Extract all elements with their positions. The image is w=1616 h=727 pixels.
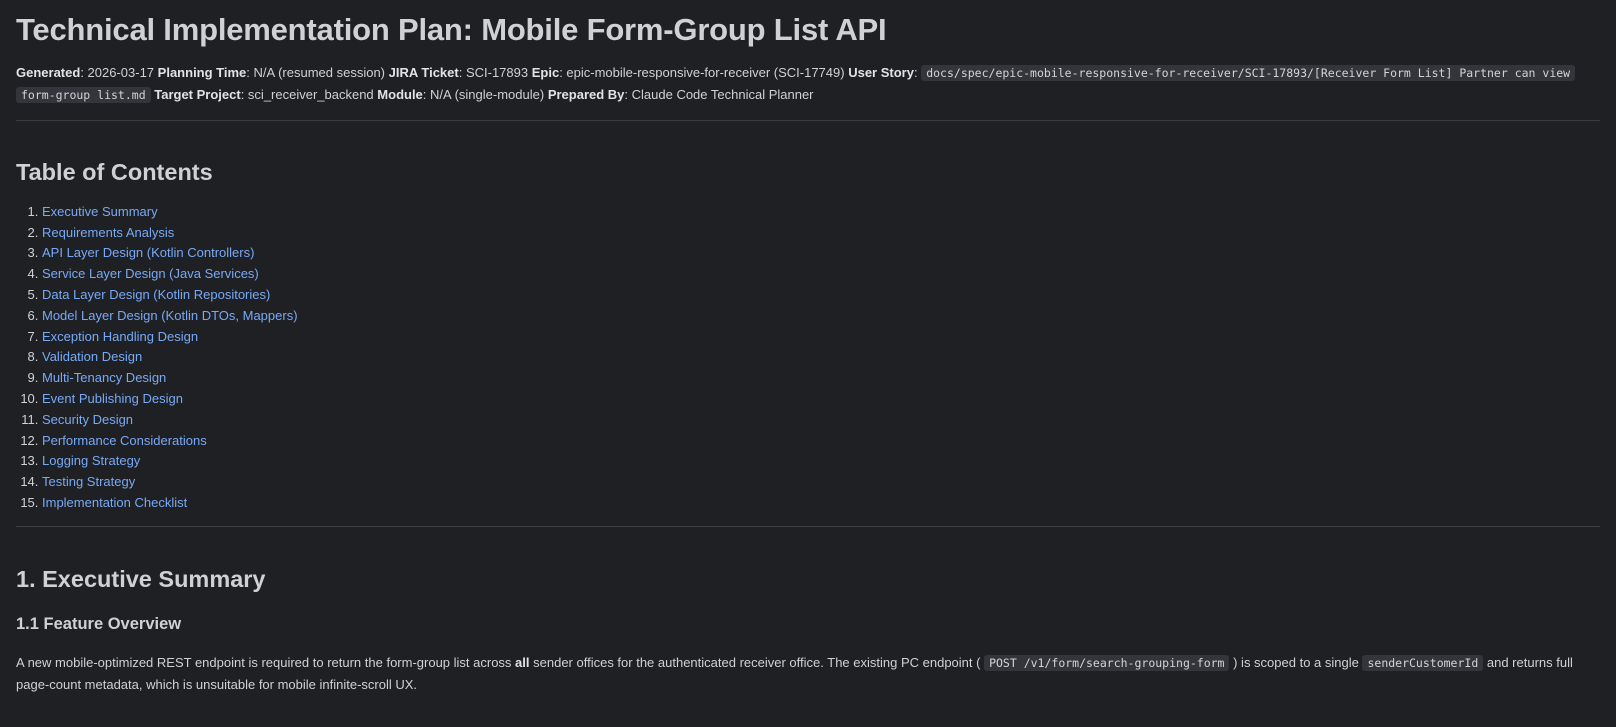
jira-ticket-value: : SCI-17893 <box>458 65 529 81</box>
paragraph-text: A new mobile-optimized REST endpoint is … <box>16 654 516 670</box>
planning-time-value: : N/A (resumed session) <box>246 65 385 81</box>
toc-item: Service Layer Design (Java Services) <box>42 264 1600 285</box>
jira-ticket-label: JIRA Ticket <box>388 65 459 81</box>
epic-value: : epic-mobile-responsive-for-receiver (S… <box>559 65 845 81</box>
planning-time-label: Planning Time <box>157 65 247 81</box>
feature-overview-heading: 1.1 Feature Overview <box>16 615 182 634</box>
toc-item: Implementation Checklist <box>42 493 1600 514</box>
page-title: Technical Implementation Plan: Mobile Fo… <box>16 12 887 47</box>
module-value: : N/A (single-module) <box>422 87 545 103</box>
module-label: Module <box>377 87 423 103</box>
toc-item: Exception Handling Design <box>42 327 1600 348</box>
toc-item: Event Publishing Design <box>42 389 1600 410</box>
user-story-path-line1: docs/spec/epic-mobile-responsive-for-rec… <box>921 65 1576 82</box>
user-story-sep: : <box>913 65 918 81</box>
toc-item: Executive Summary <box>42 202 1600 223</box>
target-project-label: Target Project <box>154 87 241 103</box>
toc-item: Validation Design <box>42 347 1600 368</box>
toc-item: Testing Strategy <box>42 472 1600 493</box>
toc-link[interactable]: Service Layer Design (Java Services) <box>42 266 259 281</box>
user-story-label: User Story <box>848 65 914 81</box>
toc-list: Executive Summary Requirements Analysis AP… <box>16 202 1600 514</box>
divider <box>16 120 1600 122</box>
toc-item: Model Layer Design (Kotlin DTOs, Mappers… <box>42 306 1600 327</box>
toc-link[interactable]: API Layer Design (Kotlin Controllers) <box>42 245 254 260</box>
toc-link[interactable]: Multi-Tenancy Design <box>42 370 166 385</box>
paragraph-text: ) is scoped to a single <box>1233 654 1363 670</box>
toc-link[interactable]: Security Design <box>42 412 133 427</box>
feature-overview-paragraph: A new mobile-optimized REST endpoint is … <box>16 652 1600 695</box>
toc-item: Security Design <box>42 410 1600 431</box>
toc-link[interactable]: Requirements Analysis <box>42 225 174 240</box>
divider <box>16 525 1600 527</box>
toc-link[interactable]: Implementation Checklist <box>42 495 187 510</box>
toc-link[interactable]: Performance Considerations <box>42 433 207 448</box>
generated-label: Generated <box>16 65 81 81</box>
metadata-block: Generated: 2026-03-17 Planning Time: N/A… <box>16 62 1600 106</box>
toc-item: Performance Considerations <box>42 431 1600 452</box>
epic-label: Epic <box>531 65 560 81</box>
sender-customer-id-code: senderCustomerId <box>1362 654 1484 671</box>
prepared-by-label: Prepared By <box>547 87 625 103</box>
prepared-by-value: : Claude Code Technical Planner <box>624 87 814 103</box>
target-project-value: : sci_receiver_backend <box>240 87 374 103</box>
toc-item: Data Layer Design (Kotlin Repositories) <box>42 285 1600 306</box>
toc-link[interactable]: Exception Handling Design <box>42 329 198 344</box>
toc-link[interactable]: Logging Strategy <box>42 453 140 468</box>
toc-link[interactable]: Event Publishing Design <box>42 391 183 406</box>
toc-link[interactable]: Validation Design <box>42 349 142 364</box>
user-story-path-line2: form-group list.md <box>16 87 151 104</box>
toc-link[interactable]: Model Layer Design (Kotlin DTOs, Mappers… <box>42 308 298 323</box>
toc-link[interactable]: Data Layer Design (Kotlin Repositories) <box>42 287 270 302</box>
toc-link[interactable]: Testing Strategy <box>42 474 135 489</box>
generated-value: : 2026-03-17 <box>80 65 155 81</box>
toc-item: Logging Strategy <box>42 451 1600 472</box>
toc-heading: Table of Contents <box>16 159 213 186</box>
paragraph-bold: all <box>515 654 530 670</box>
toc-item: Requirements Analysis <box>42 223 1600 244</box>
toc-link[interactable]: Executive Summary <box>42 204 158 219</box>
paragraph-text: sender offices for the authenticated rec… <box>529 654 981 670</box>
pc-endpoint-code: POST /v1/form/search-grouping-form <box>984 654 1230 671</box>
executive-summary-heading: 1. Executive Summary <box>16 565 266 592</box>
toc-item: Multi-Tenancy Design <box>42 368 1600 389</box>
toc-item: API Layer Design (Kotlin Controllers) <box>42 243 1600 264</box>
document: Technical Implementation Plan: Mobile Fo… <box>0 0 1616 695</box>
